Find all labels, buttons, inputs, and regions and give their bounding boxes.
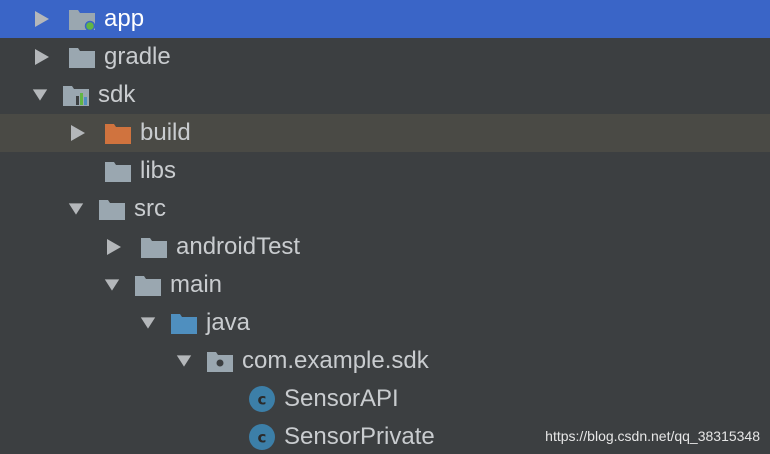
tree-row-label: app	[104, 5, 145, 32]
collapse-arrow-icon[interactable]	[140, 313, 156, 333]
tree-row-gradle[interactable]: gradle	[0, 38, 770, 76]
tree-row-src[interactable]: src	[0, 190, 770, 228]
tree-row-label: libs	[140, 157, 177, 184]
collapse-arrow-icon[interactable]	[68, 199, 84, 219]
collapse-arrow-icon[interactable]	[104, 275, 120, 295]
collapse-arrow-icon[interactable]	[32, 85, 48, 105]
expand-arrow-icon[interactable]	[34, 9, 50, 29]
folder-icon	[134, 273, 162, 297]
tree-row-java[interactable]: java	[0, 304, 770, 342]
tree-row-label: main	[170, 271, 223, 298]
module-folder-icon	[68, 7, 96, 31]
expand-arrow-icon[interactable]	[106, 237, 122, 257]
folder-icon	[140, 235, 168, 259]
tree-row-sensorapi[interactable]: c SensorAPI	[0, 380, 770, 418]
tree-row-androidtest[interactable]: androidTest	[0, 228, 770, 266]
tree-row-label: androidTest	[176, 233, 301, 260]
folder-icon	[104, 159, 132, 183]
tree-row-app[interactable]: app	[0, 0, 770, 38]
tree-row-label: com.example.sdk	[242, 347, 429, 374]
package-icon	[206, 349, 234, 373]
tree-row-libs[interactable]: libs	[0, 152, 770, 190]
tree-row-label: SensorPrivate	[284, 423, 435, 450]
tree-row-sdk[interactable]: sdk	[0, 76, 770, 114]
tree-row-label: java	[206, 309, 251, 336]
expand-arrow-icon[interactable]	[70, 123, 86, 143]
source-folder-icon	[170, 311, 198, 335]
tree-row-label: gradle	[104, 43, 171, 70]
tree-row-com-example-sdk[interactable]: com.example.sdk	[0, 342, 770, 380]
expand-arrow-icon[interactable]	[34, 47, 50, 67]
svg-text:c: c	[258, 391, 267, 409]
project-tree: app gradle sdk build libs src androidTes…	[0, 0, 770, 454]
folder-icon	[68, 45, 96, 69]
class-icon: c	[248, 424, 276, 450]
excluded-folder-icon	[104, 121, 132, 145]
tree-row-build[interactable]: build	[0, 114, 770, 152]
tree-row-label: build	[140, 119, 191, 146]
tree-row-main[interactable]: main	[0, 266, 770, 304]
tree-row-label: sdk	[98, 81, 136, 108]
folder-icon	[98, 197, 126, 221]
watermark-text: https://blog.csdn.net/qq_38315348	[545, 428, 760, 444]
tree-row-label: src	[134, 195, 166, 222]
module-folder-icon	[62, 83, 90, 107]
collapse-arrow-icon[interactable]	[176, 351, 192, 371]
class-icon: c	[248, 386, 276, 412]
svg-text:c: c	[258, 429, 267, 447]
tree-row-label: SensorAPI	[284, 385, 399, 412]
